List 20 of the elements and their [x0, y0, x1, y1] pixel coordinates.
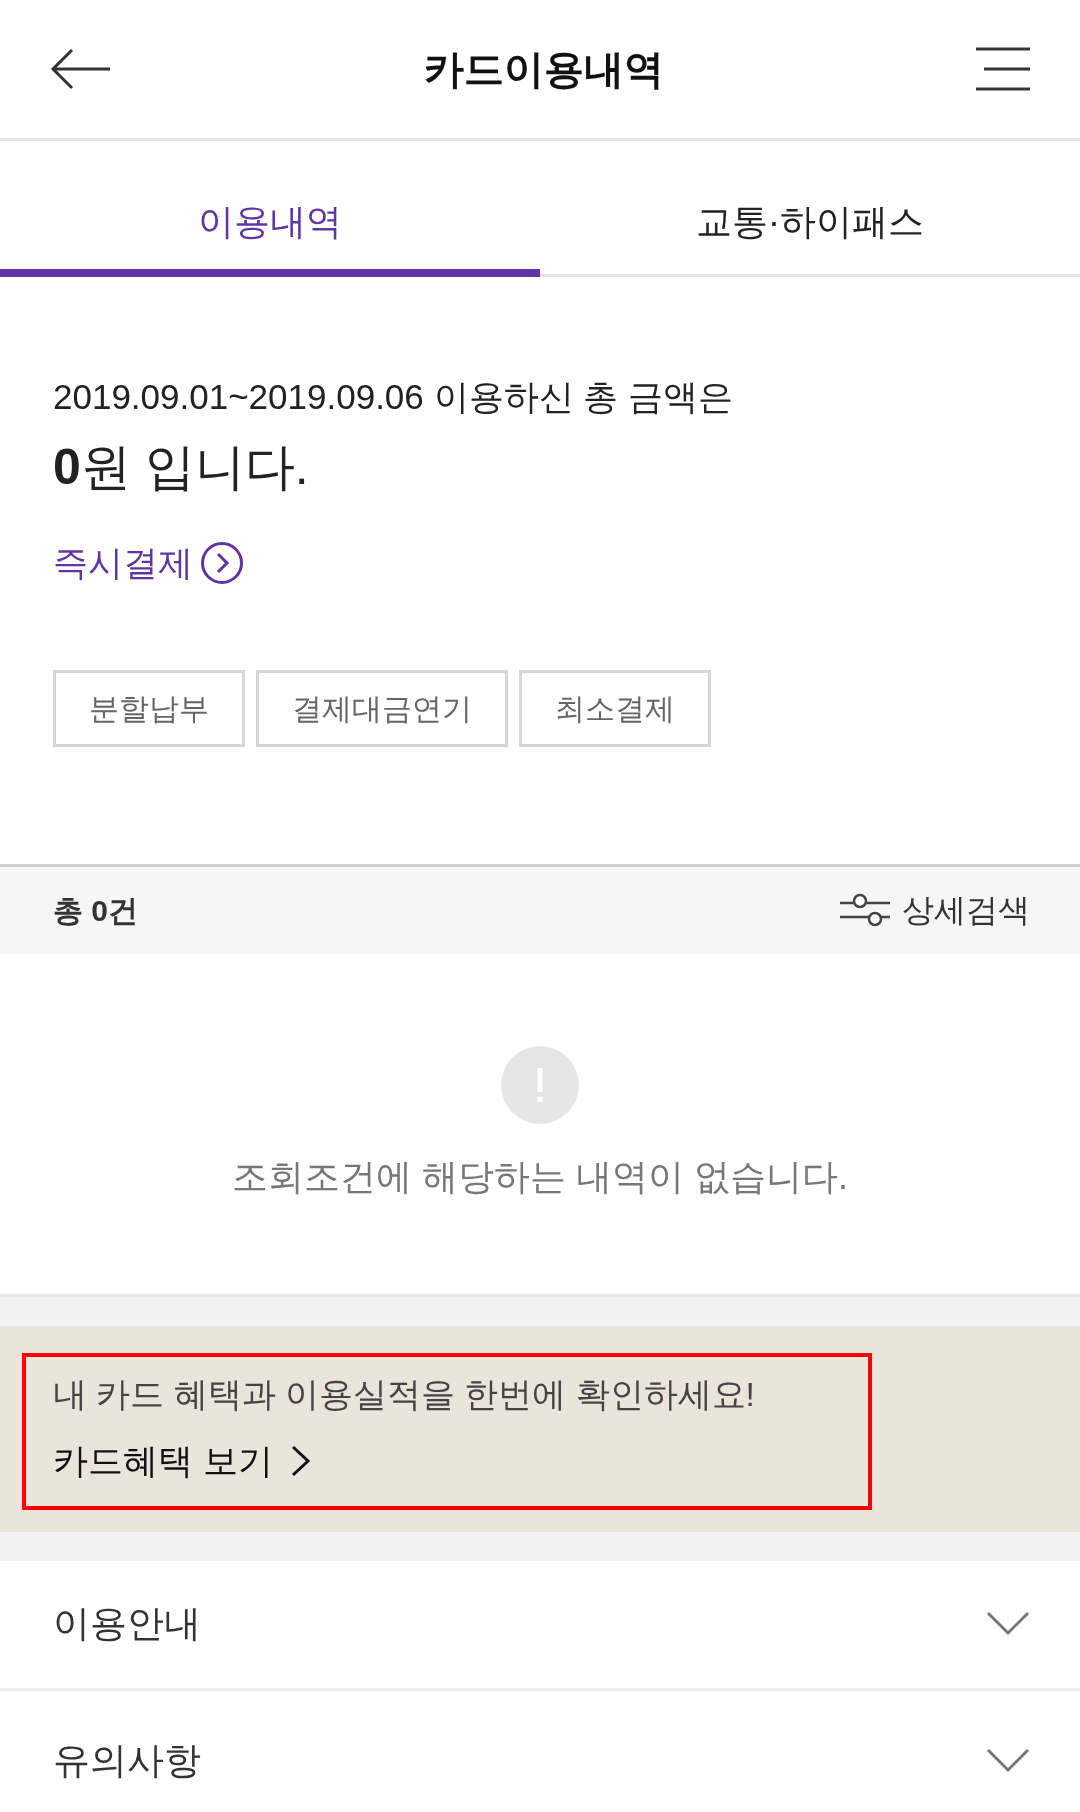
slider-filter-icon: [840, 893, 890, 927]
action-button[interactable]: 최소결제: [519, 669, 711, 747]
action-button[interactable]: 결제대금연기: [256, 669, 508, 747]
detail-search-button[interactable]: 상세검색: [840, 886, 1030, 934]
benefit-message: 내 카드 혜택과 이용실적을 한번에 확인하세요!: [53, 1374, 756, 1415]
total-amount-text: 0원 입니다.: [53, 438, 310, 497]
chevron-right-icon: [290, 1444, 311, 1477]
menu-button[interactable]: [976, 47, 1030, 91]
page-title: 카드이용내역: [424, 46, 664, 93]
back-button[interactable]: [50, 48, 112, 90]
pay-now-link[interactable]: 즉시결제: [53, 537, 243, 590]
empty-message: 조회조건에 해당하는 내역이 없습니다.: [232, 1154, 848, 1199]
action-button[interactable]: 분할납부: [53, 669, 245, 747]
card-benefit-link[interactable]: 카드혜택 보기: [53, 1434, 311, 1487]
circle-chevron-icon: [201, 542, 243, 585]
back-arrow-icon: [50, 48, 112, 90]
period-total-text: 2019.09.01~2019.09.06 이용하신 총 금액은: [53, 377, 734, 417]
result-count: 총 0건: [53, 892, 139, 929]
menu-icon: [976, 47, 1030, 91]
exclamation-circle-icon: [501, 1045, 579, 1124]
